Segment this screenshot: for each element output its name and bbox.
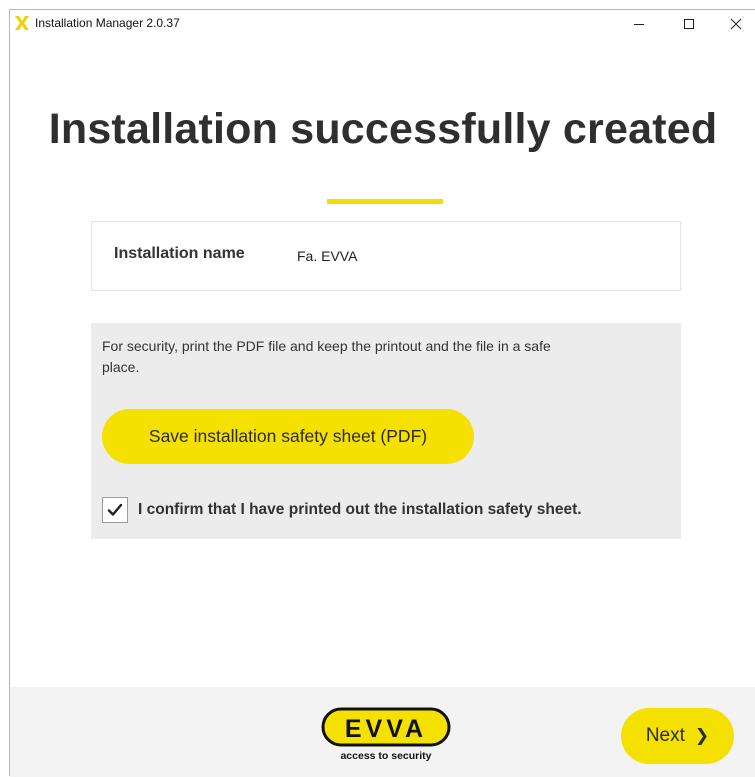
next-button[interactable]: Next ❯ (621, 708, 734, 764)
chevron-right-icon: ❯ (694, 726, 710, 745)
confirm-row: I confirm that I have printed out the in… (102, 495, 582, 525)
security-panel: For security, print the PDF file and kee… (91, 323, 681, 539)
minimize-button[interactable] (616, 10, 662, 38)
title-accent-divider (327, 199, 443, 204)
maximize-icon (684, 19, 694, 29)
installation-name-value: Fa. EVVA (297, 248, 358, 264)
next-label: Next (645, 725, 685, 746)
evva-x-icon (15, 16, 29, 30)
evva-logo: EVVA access to security (321, 707, 451, 762)
confirm-checkbox[interactable] (102, 497, 128, 523)
confirm-label[interactable]: I confirm that I have printed out the in… (138, 501, 582, 519)
svg-text:access to security: access to security (340, 750, 431, 762)
security-message: For security, print the PDF file and kee… (102, 338, 551, 375)
close-icon (730, 18, 742, 30)
app-window: Installation Manager 2.0.37 Installation… (9, 9, 755, 777)
close-button[interactable] (713, 10, 755, 38)
page-title: Installation successfully created (48, 105, 718, 153)
installation-name-label: Installation name (114, 245, 245, 262)
minimize-icon (634, 24, 644, 25)
maximize-button[interactable] (666, 10, 712, 38)
save-safety-sheet-button[interactable]: Save installation safety sheet (PDF) (102, 409, 474, 464)
footer-bar: EVVA access to security Next ❯ (10, 687, 755, 777)
title-bar[interactable]: Installation Manager 2.0.37 (10, 10, 755, 38)
window-title: Installation Manager 2.0.37 (35, 16, 180, 30)
installation-name-card: Installation name Fa. EVVA (91, 221, 681, 291)
svg-text:EVVA: EVVA (345, 715, 427, 743)
checkmark-icon (107, 503, 123, 516)
